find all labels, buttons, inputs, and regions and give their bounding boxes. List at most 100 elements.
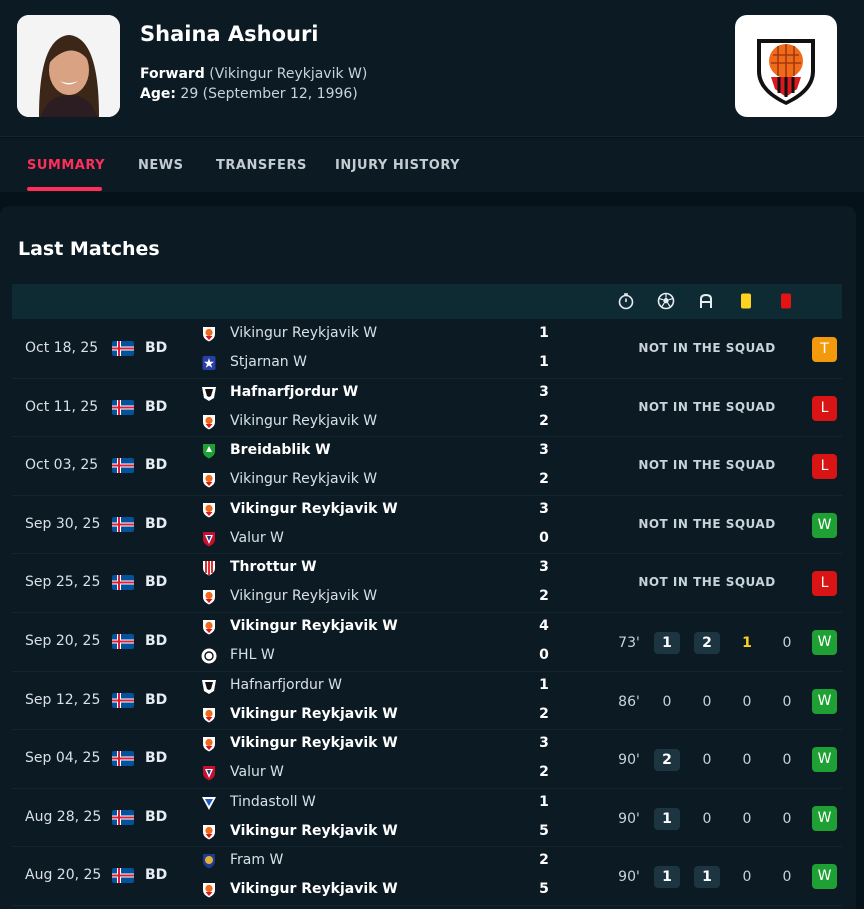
vikingur-logo-icon xyxy=(203,414,215,430)
away-team-name: Valur W xyxy=(230,529,284,546)
home-team-name: Tindastoll W xyxy=(230,793,316,810)
result-badge: L xyxy=(812,571,837,597)
away-score: 1 xyxy=(539,354,549,370)
iceland-flag-icon xyxy=(112,399,134,415)
home-score: 1 xyxy=(539,325,549,341)
tab-injury-history[interactable]: INJURY HISTORY xyxy=(335,158,460,173)
assists-stat: 0 xyxy=(702,752,712,769)
result-badge: W xyxy=(812,864,837,890)
home-score: 2 xyxy=(539,852,549,869)
valur-logo-icon xyxy=(203,531,215,547)
away-score: 2 xyxy=(539,705,549,722)
ball-icon xyxy=(657,292,675,310)
iceland-flag-icon xyxy=(112,341,134,356)
home-team-name: Vikingur Reykjavik W xyxy=(230,617,398,634)
red-cards-stat: 0 xyxy=(782,810,792,827)
vikingur-logo-icon xyxy=(203,883,215,898)
yellow-cards-stat: 0 xyxy=(742,693,752,710)
match-row[interactable]: Sep 12, 25 BD Hafnarfjordur W 1 Vikingur … xyxy=(12,672,842,731)
result-badge: L xyxy=(812,454,837,480)
result-badge: W xyxy=(812,688,837,714)
away-team-name: Vikingur Reykjavik W xyxy=(230,471,378,488)
minutes-played: 73' xyxy=(618,634,640,651)
assists-stat: 1 xyxy=(694,866,720,889)
match-row[interactable]: Aug 28, 25 BD Tindastoll W 1 Vikingur Rey… xyxy=(12,789,842,848)
home-score: 3 xyxy=(539,383,549,400)
away-score: 0 xyxy=(539,646,549,663)
age-value: 29 (September 12, 1996) xyxy=(180,86,358,102)
home-score: 3 xyxy=(539,735,549,752)
match-row[interactable]: Sep 30, 25 BD Vikingur Reykjavik W 3 Valu… xyxy=(12,496,842,555)
player-header: Shaina Ashouri Forward (Vikingur Reykjav… xyxy=(0,0,864,137)
assists-stat: 2 xyxy=(694,631,720,654)
tab-transfers[interactable]: TRANSFERS xyxy=(216,158,307,173)
last-matches-card: Last Matches Oct 18, 25 BD Vikingur Reykj… xyxy=(0,206,856,909)
goals-stat: 1 xyxy=(654,807,680,830)
match-row[interactable]: Sep 04, 25 BD Vikingur Reykjavik W 3 Valu… xyxy=(12,730,842,789)
table-header xyxy=(12,284,842,319)
club-logo[interactable] xyxy=(735,15,837,117)
player-name: Shaina Ashouri xyxy=(140,22,319,46)
vikingur-logo-icon xyxy=(203,737,215,752)
match-row[interactable]: Aug 20, 25 BD Fram W 2 Vikingur Reykjavik… xyxy=(12,847,842,906)
match-row[interactable]: Sep 20, 25 BD Vikingur Reykjavik W 4 FHL … xyxy=(12,613,842,672)
iceland-flag-icon xyxy=(112,692,134,708)
result-badge: T xyxy=(812,337,837,362)
away-team-name: Vikingur Reykjavik W xyxy=(230,822,398,839)
goals-stat: 0 xyxy=(662,693,672,710)
valur-logo-icon xyxy=(203,766,215,781)
squad-status: NOT IN THE SQUAD xyxy=(638,575,776,590)
active-tab-indicator xyxy=(27,187,102,191)
home-team-name: Vikingur Reykjavik W xyxy=(230,735,398,752)
vikingur-logo-icon xyxy=(203,327,215,342)
match-date: Sep 12, 25 xyxy=(25,691,101,708)
match-row[interactable]: Oct 11, 25 BD Hafnarfjordur W 3 Vikingur … xyxy=(12,379,842,438)
vikingur-logo-icon xyxy=(203,502,215,518)
position-value: Forward xyxy=(140,66,205,82)
home-team-name: Hafnarfjordur W xyxy=(230,383,359,400)
vikingur-logo-icon xyxy=(203,473,215,488)
match-row[interactable]: Sep 25, 25 BD Throttur W 3 Vikingur Reykj… xyxy=(12,554,842,613)
home-team-name: Fram W xyxy=(230,852,284,869)
yellow-cards-stat: 0 xyxy=(742,752,752,769)
home-team-name: Vikingur Reykjavik W xyxy=(230,325,378,341)
competition-code: BD xyxy=(145,691,168,708)
match-row[interactable]: Oct 03, 25 BD Breidablik W 3 Vikingur Rey… xyxy=(12,437,842,496)
match-date: Aug 20, 25 xyxy=(25,867,102,884)
home-score: 4 xyxy=(539,617,549,634)
tab-news[interactable]: NEWS xyxy=(138,158,183,173)
away-score: 2 xyxy=(539,764,549,781)
result-badge: L xyxy=(812,395,837,421)
away-score: 2 xyxy=(539,588,549,605)
hafnarfjordur-logo-icon xyxy=(202,679,216,694)
minutes-played: 90' xyxy=(618,810,640,827)
assist-icon xyxy=(700,293,712,308)
away-team-name: Vikingur Reykjavik W xyxy=(230,881,398,898)
vikingur-logo-icon xyxy=(203,824,215,840)
away-team-name: Vikingur Reykjavik W xyxy=(230,705,398,722)
iceland-flag-icon xyxy=(112,575,134,591)
vikingur-logo-icon xyxy=(203,707,215,723)
assists-stat: 0 xyxy=(702,693,712,710)
home-team-name: Hafnarfjordur W xyxy=(230,676,342,693)
match-row[interactable]: Oct 18, 25 BD Vikingur Reykjavik W 1 Stja… xyxy=(12,320,842,379)
match-date: Sep 04, 25 xyxy=(25,750,101,767)
squad-status: NOT IN THE SQUAD xyxy=(638,516,776,531)
minutes-played: 90' xyxy=(618,869,640,886)
goals-stat: 1 xyxy=(654,631,680,654)
competition-code: BD xyxy=(145,867,168,884)
iceland-flag-icon xyxy=(112,458,134,474)
home-score: 3 xyxy=(539,442,549,459)
age-label: Age: xyxy=(140,86,176,102)
iceland-flag-icon xyxy=(112,751,134,767)
home-team-name: Vikingur Reykjavik W xyxy=(230,500,398,517)
red-card-icon xyxy=(781,293,791,309)
away-team-name: FHL W xyxy=(230,646,275,663)
tab-bar: SUMMARY NEWS TRANSFERS INJURY HISTORY xyxy=(0,138,864,192)
tab-summary[interactable]: SUMMARY xyxy=(27,158,105,173)
yellow-cards-stat: 1 xyxy=(742,634,752,651)
away-score: 2 xyxy=(539,412,549,429)
fram-logo-icon xyxy=(203,854,215,869)
squad-status: NOT IN THE SQUAD xyxy=(638,399,776,414)
match-date: Oct 03, 25 xyxy=(25,457,99,474)
